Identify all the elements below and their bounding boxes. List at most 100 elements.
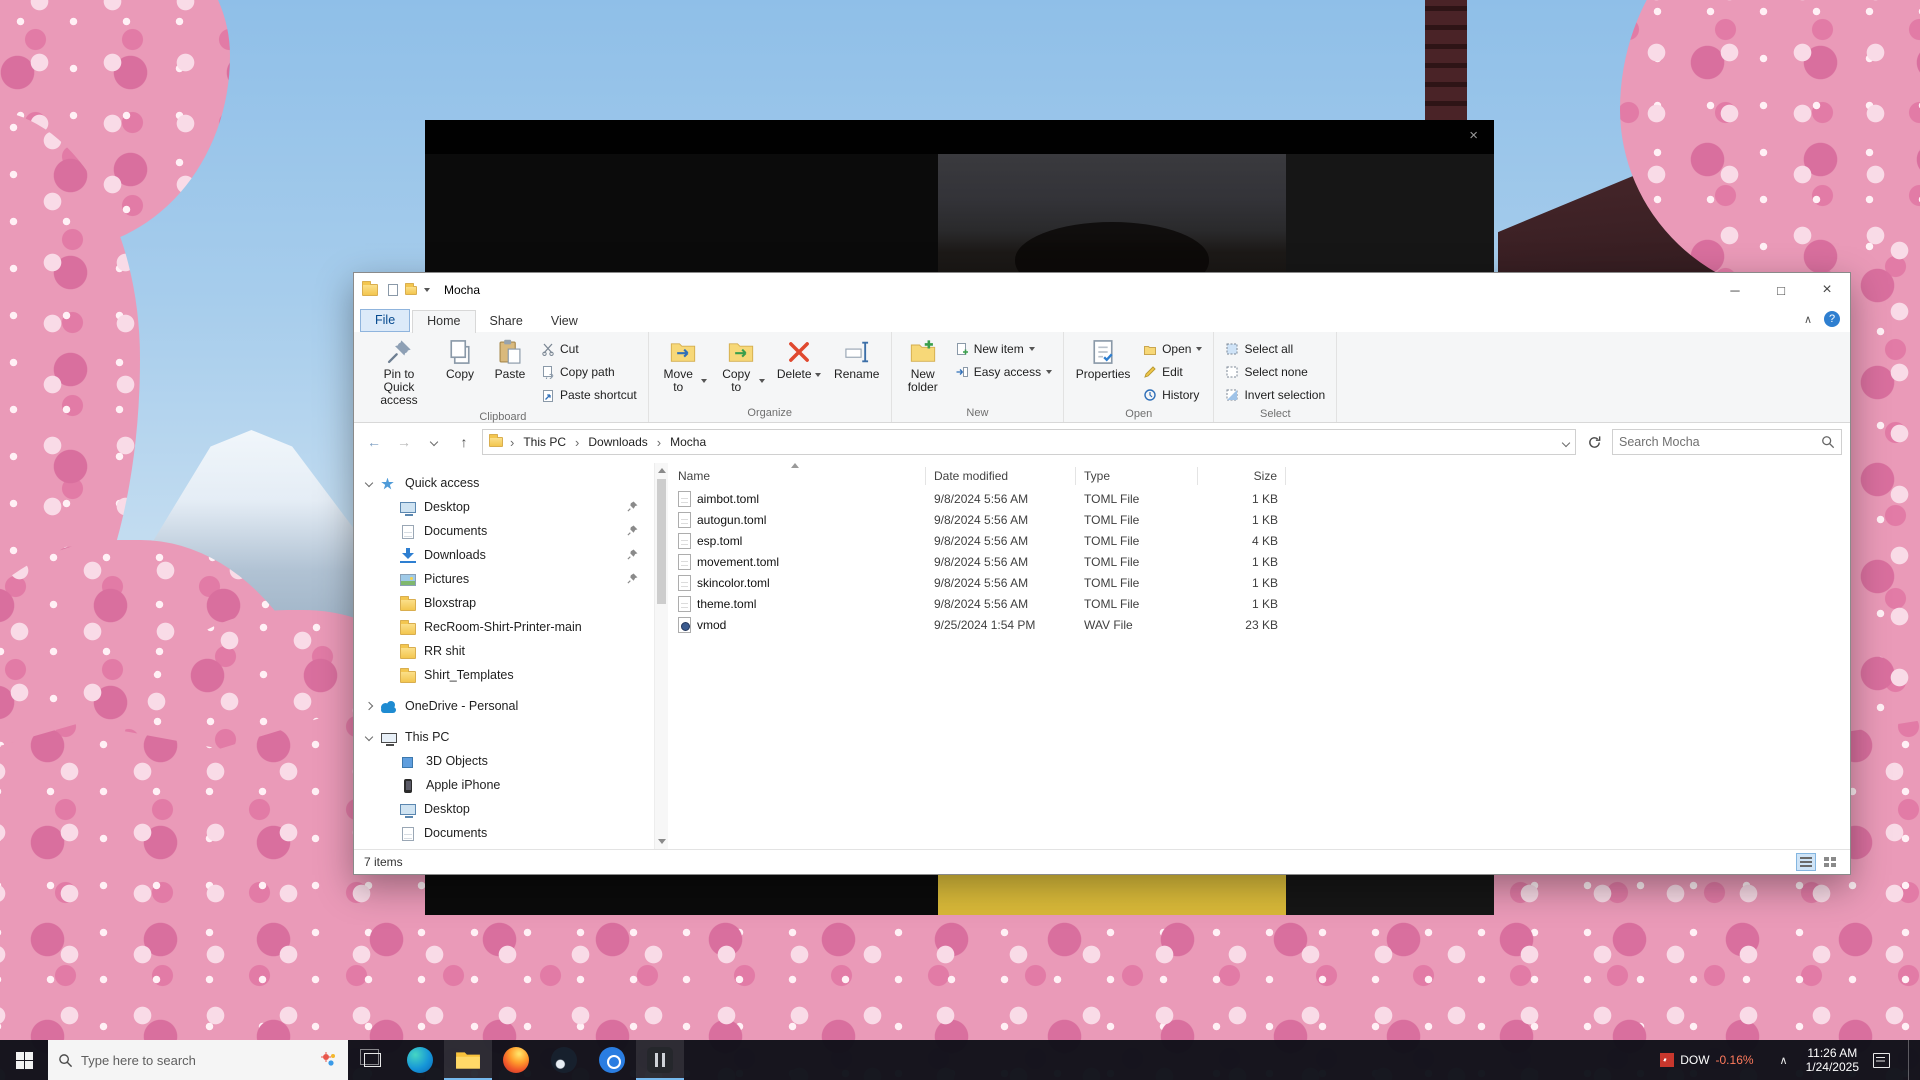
sidebar-item-documents[interactable]: Documents: [354, 519, 654, 543]
close-button[interactable]: ×: [1804, 273, 1850, 307]
background-window-close-button[interactable]: ×: [1469, 127, 1478, 144]
sidebar-item-desktop[interactable]: Desktop: [354, 495, 654, 519]
copy-to-button[interactable]: Copy to: [713, 335, 769, 396]
back-button[interactable]: ←: [362, 430, 386, 454]
sidebar-item-onedrive[interactable]: OneDrive - Personal: [354, 694, 654, 718]
address-dropdown[interactable]: [1563, 435, 1569, 449]
sidebar-item-recroom-shirt-printer-main[interactable]: RecRoom-Shirt-Printer-main: [354, 615, 654, 639]
chevron-down-icon[interactable]: [365, 479, 373, 487]
scrollbar-thumb[interactable]: [657, 479, 666, 604]
file-row-theme-toml[interactable]: theme.toml 9/8/2024 5:56 AM TOML File 1 …: [668, 593, 1850, 614]
refresh-button[interactable]: [1582, 430, 1606, 454]
collapse-ribbon-icon[interactable]: ∧: [1804, 313, 1812, 326]
chevron-right-icon[interactable]: [365, 702, 373, 710]
file-icon: [678, 512, 691, 528]
tab-share[interactable]: Share: [476, 311, 537, 332]
start-button[interactable]: [0, 1040, 48, 1080]
details-view-button[interactable]: [1796, 853, 1816, 871]
pin-to-quick-access-button[interactable]: Pin to Quick access: [364, 335, 434, 409]
qat-new-folder-icon[interactable]: [405, 286, 417, 295]
sidebar-item-documents-2[interactable]: Documents: [354, 821, 654, 845]
sidebar-item-quick-access[interactable]: Quick access: [354, 471, 654, 495]
sidebar-item-this-pc[interactable]: This PC: [354, 725, 654, 749]
tab-view[interactable]: View: [537, 311, 592, 332]
task-view-button[interactable]: [348, 1040, 396, 1080]
up-button[interactable]: ↑: [452, 430, 476, 454]
maximize-button[interactable]: □: [1758, 273, 1804, 307]
recent-locations-dropdown[interactable]: [422, 430, 446, 454]
taskbar-search-input[interactable]: [81, 1053, 312, 1068]
large-icons-view-button[interactable]: [1820, 853, 1840, 871]
qat-properties-icon[interactable]: [388, 284, 398, 296]
new-folder-button[interactable]: New folder: [898, 335, 948, 396]
invert-selection-button[interactable]: Invert selection: [1220, 384, 1330, 406]
properties-button[interactable]: Properties: [1070, 335, 1136, 383]
tray-expand-icon[interactable]: ∧: [1776, 1050, 1792, 1071]
taskbar-app-edge[interactable]: [396, 1040, 444, 1080]
column-header-date-modified[interactable]: Date modified: [926, 467, 1076, 485]
sidebar-item-bloxstrap[interactable]: Bloxstrap: [354, 591, 654, 615]
tab-file[interactable]: File: [360, 309, 410, 332]
file-date: 9/8/2024 5:56 AM: [926, 492, 1076, 506]
easy-access-button[interactable]: Easy access: [950, 361, 1057, 383]
sidebar-item-label: 3D Objects: [426, 754, 488, 768]
breadcrumb-mocha[interactable]: Mocha: [668, 433, 708, 451]
show-desktop-button[interactable]: [1908, 1040, 1914, 1080]
breadcrumb-this-pc[interactable]: This PC: [521, 433, 568, 451]
paste-button[interactable]: Paste: [486, 335, 534, 383]
select-all-button[interactable]: Select all: [1220, 338, 1330, 360]
minimize-button[interactable]: ─: [1712, 273, 1758, 307]
select-none-button[interactable]: Select none: [1220, 361, 1330, 383]
sidebar-scrollbar[interactable]: [654, 463, 668, 849]
news-interests-widget[interactable]: DOW -0.16%: [1652, 1040, 1761, 1080]
file-row-autogun-toml[interactable]: autogun.toml 9/8/2024 5:56 AM TOML File …: [668, 509, 1850, 530]
sidebar-item-downloads[interactable]: Downloads: [354, 543, 654, 567]
scroll-up-icon[interactable]: [658, 468, 666, 473]
history-button[interactable]: History: [1138, 384, 1207, 406]
copy-path-button[interactable]: Copy path: [536, 361, 642, 383]
sidebar-item-rr-shit[interactable]: RR shit: [354, 639, 654, 663]
new-item-button[interactable]: New item: [950, 338, 1057, 360]
search-box[interactable]: [1612, 429, 1842, 455]
file-row-esp-toml[interactable]: esp.toml 9/8/2024 5:56 AM TOML File 4 KB: [668, 530, 1850, 551]
forward-button[interactable]: →: [392, 430, 416, 454]
chevron-down-icon[interactable]: [365, 733, 373, 741]
move-to-button[interactable]: Move to: [655, 335, 711, 396]
cut-button[interactable]: Cut: [536, 338, 642, 360]
address-bar[interactable]: › This PC › Downloads › Mocha: [482, 429, 1576, 455]
file-row-skincolor-toml[interactable]: skincolor.toml 9/8/2024 5:56 AM TOML Fil…: [668, 572, 1850, 593]
delete-button[interactable]: Delete: [771, 335, 827, 383]
open-button[interactable]: Open: [1138, 338, 1207, 360]
taskbar-search[interactable]: [48, 1040, 348, 1080]
copy-button[interactable]: Copy: [436, 335, 484, 383]
taskbar-app-blue[interactable]: [588, 1040, 636, 1080]
folder-icon: [400, 623, 416, 635]
file-row-aimbot-toml[interactable]: aimbot.toml 9/8/2024 5:56 AM TOML File 1…: [668, 488, 1850, 509]
taskbar-clock[interactable]: 11:26 AM 1/24/2025: [1806, 1046, 1859, 1074]
breadcrumb-downloads[interactable]: Downloads: [586, 433, 649, 451]
paste-shortcut-button[interactable]: Paste shortcut: [536, 384, 642, 406]
qat-customize-dropdown-icon[interactable]: [424, 288, 430, 292]
edit-button[interactable]: Edit: [1138, 361, 1207, 383]
taskbar-app-file-explorer[interactable]: [444, 1040, 492, 1080]
column-header-type[interactable]: Type: [1076, 467, 1198, 485]
file-row-movement-toml[interactable]: movement.toml 9/8/2024 5:56 AM TOML File…: [668, 551, 1850, 572]
sidebar-item-pictures[interactable]: Pictures: [354, 567, 654, 591]
taskbar-app-dark[interactable]: [636, 1040, 684, 1080]
rename-button[interactable]: Rename: [829, 335, 885, 383]
taskbar-app-firefox[interactable]: [492, 1040, 540, 1080]
tab-home[interactable]: Home: [412, 310, 475, 333]
help-icon[interactable]: ?: [1824, 311, 1840, 327]
scroll-down-icon[interactable]: [658, 839, 666, 844]
sidebar-item-3d-objects[interactable]: 3D Objects: [354, 749, 654, 773]
file-row-vmod[interactable]: vmod 9/25/2024 1:54 PM WAV File 23 KB: [668, 614, 1850, 635]
column-header-name[interactable]: Name: [668, 467, 926, 485]
column-header-size[interactable]: Size: [1198, 467, 1286, 485]
action-center-icon[interactable]: [1873, 1053, 1890, 1068]
dark-app-icon: [647, 1047, 673, 1073]
sidebar-item-desktop-2[interactable]: Desktop: [354, 797, 654, 821]
sidebar-item-apple-iphone[interactable]: Apple iPhone: [354, 773, 654, 797]
search-input[interactable]: [1619, 435, 1821, 449]
sidebar-item-shirt-templates[interactable]: Shirt_Templates: [354, 663, 654, 687]
taskbar-app-steam[interactable]: [540, 1040, 588, 1080]
